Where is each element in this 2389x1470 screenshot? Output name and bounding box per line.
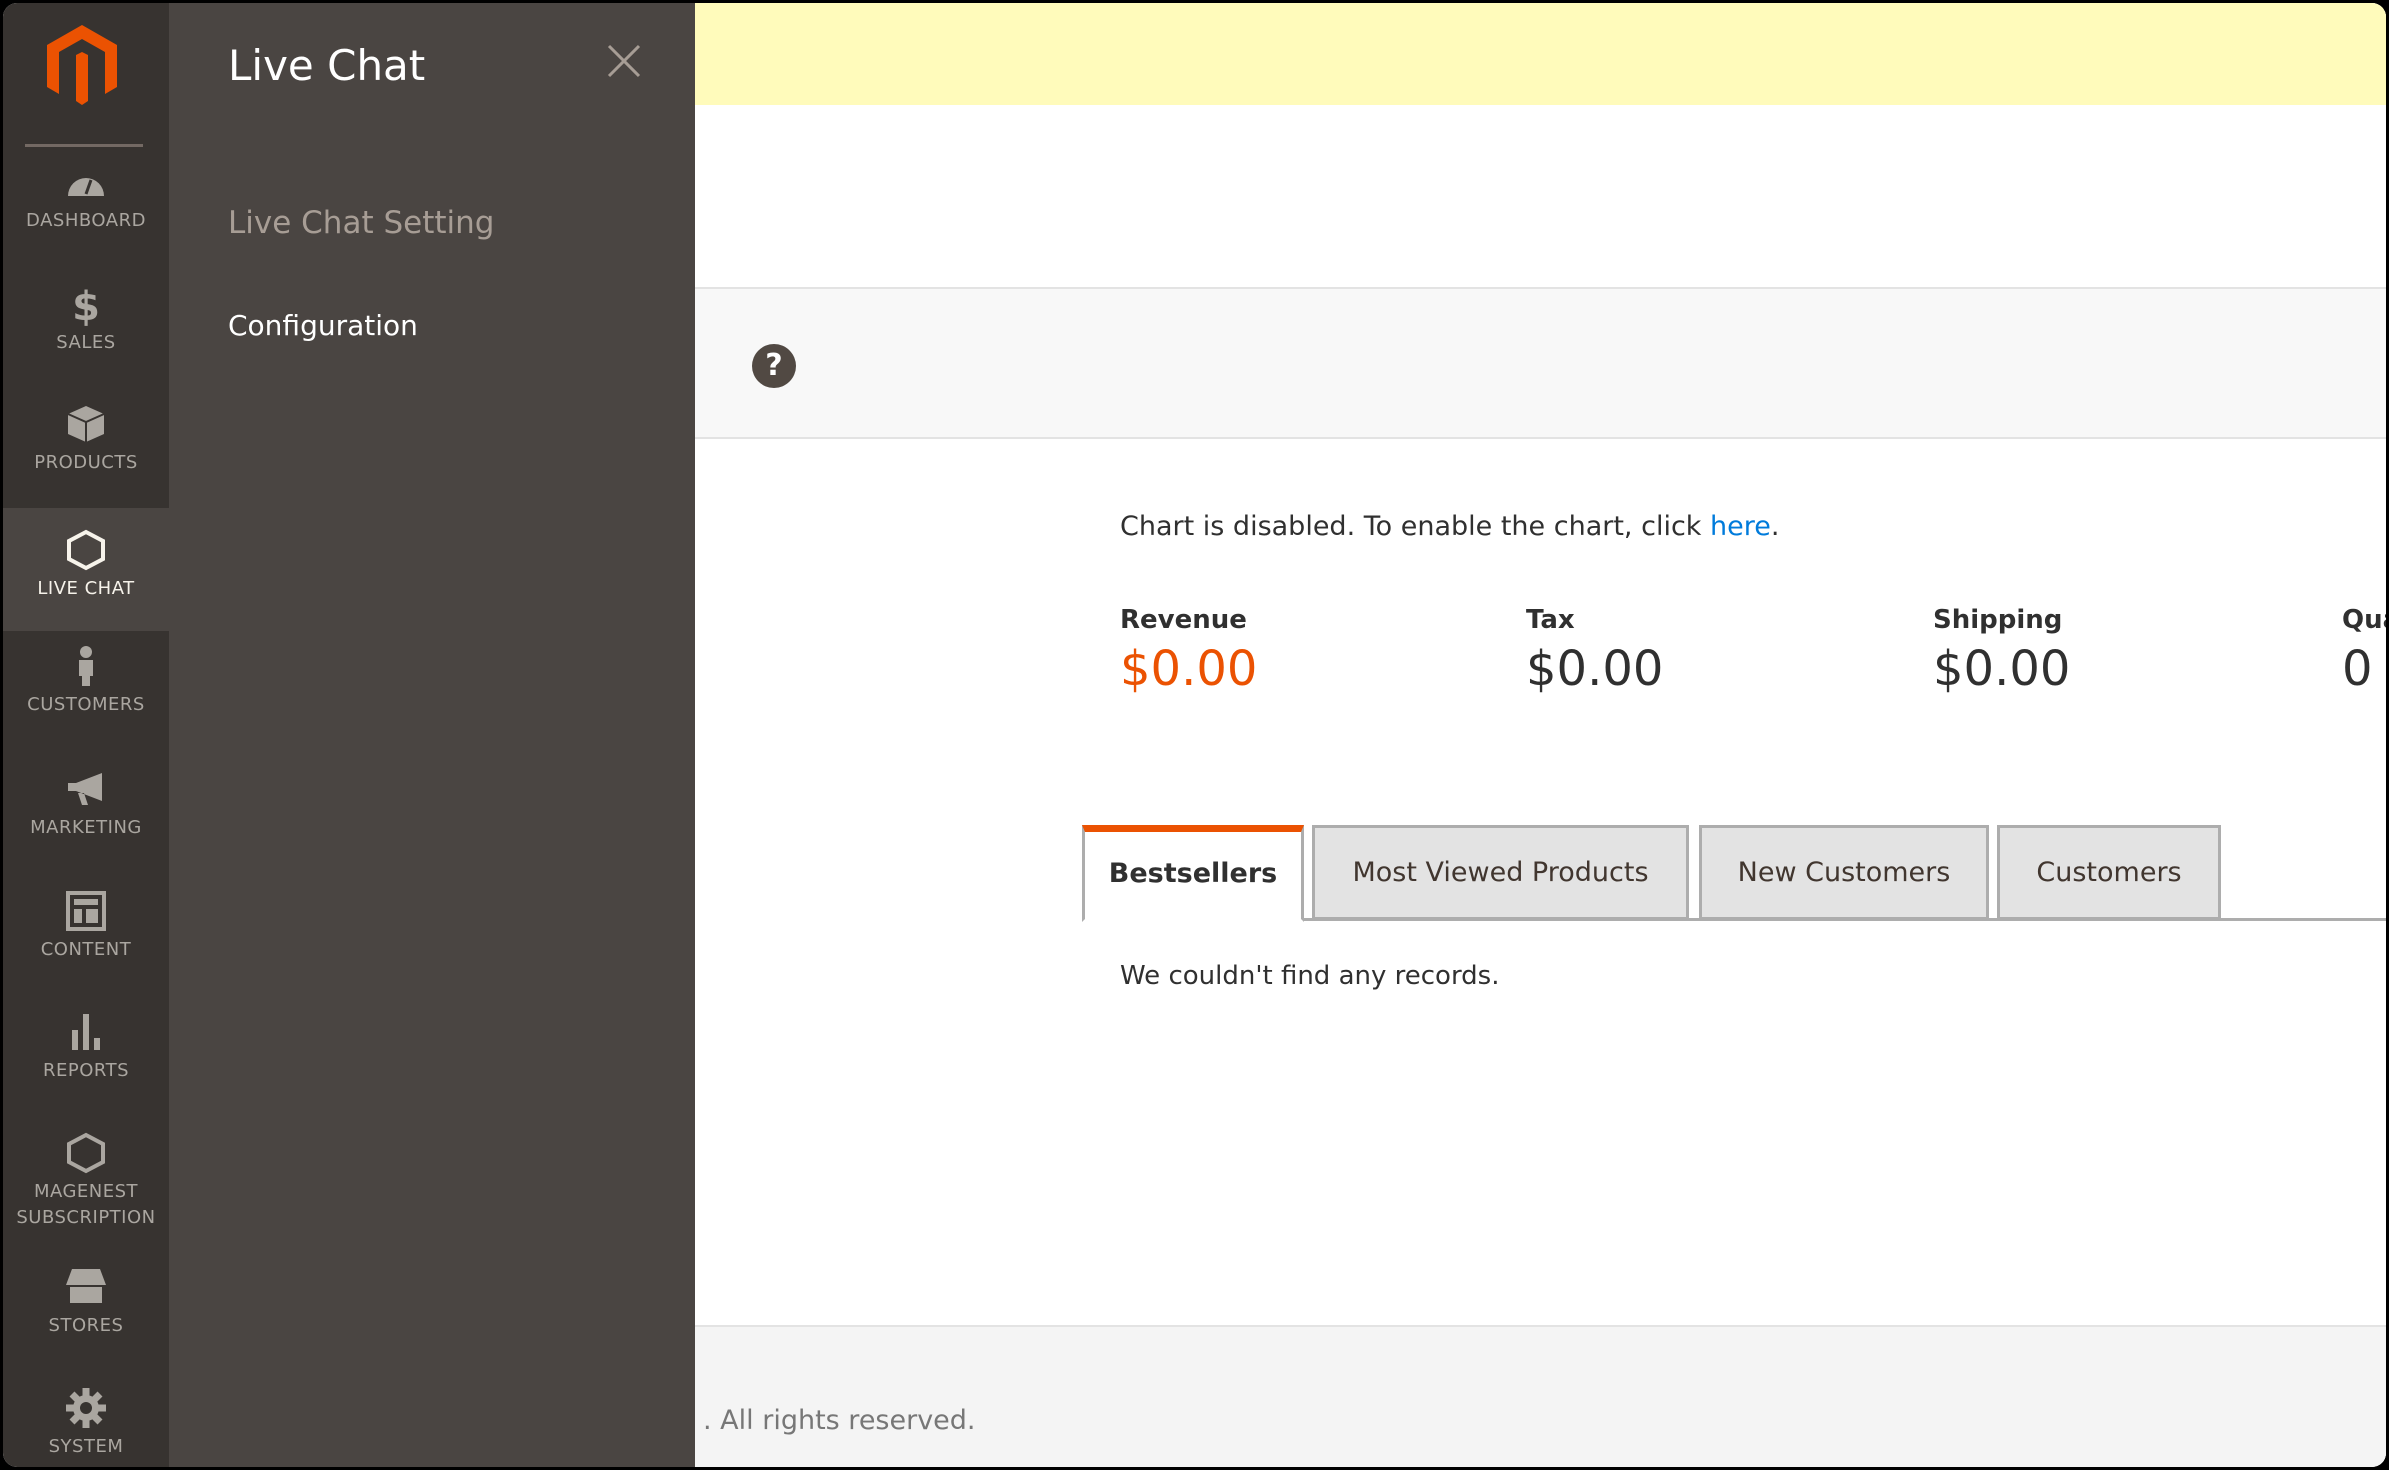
close-icon[interactable] [606, 43, 642, 79]
page-actions-band: ? [695, 287, 2386, 439]
sidebar-item-label: PRODUCTS [34, 452, 138, 473]
sidebar-item-label: SYSTEM [48, 1436, 124, 1457]
total-value: $0.00 [1120, 641, 1258, 697]
tab-new-customers[interactable]: New Customers [1699, 825, 1989, 920]
megaphone-icon [68, 773, 102, 805]
magento-logo[interactable] [47, 25, 117, 105]
system-notice-bar [695, 3, 2386, 105]
sidebar-item-content[interactable]: CONTENT [3, 889, 169, 1009]
total-label: Shipping [1933, 605, 2063, 635]
chart-message-end: . [1770, 511, 1780, 542]
total-revenue: Revenue $0.00 [1120, 605, 1257, 697]
total-shipping: Shipping $0.00 [1933, 605, 2070, 697]
box-icon [67, 406, 105, 442]
person-icon [79, 646, 93, 686]
dashboard-tabs: Bestsellers Most Viewed Products New Cus… [1082, 823, 2386, 922]
help-icon[interactable]: ? [752, 344, 796, 388]
sidebar-item-sales[interactable]: $ SALES [3, 282, 169, 402]
sidebar-item-dashboard[interactable]: DASHBOARD [3, 160, 169, 280]
tab-customers[interactable]: Customers [1997, 825, 2221, 920]
dashboard-icon [68, 178, 104, 196]
svg-text:$: $ [72, 284, 100, 326]
total-label: Revenue [1120, 605, 1247, 635]
sidebar-item-label: LIVE CHAT [37, 578, 135, 599]
gear-icon [66, 1388, 106, 1428]
configuration-link[interactable]: Configuration [228, 309, 418, 342]
dollar-icon: $ [72, 284, 100, 326]
sidebar-item-label: DASHBOARD [26, 210, 146, 231]
sidebar-item-reports[interactable]: REPORTS [3, 1010, 169, 1130]
enable-chart-link[interactable]: here [1710, 511, 1771, 542]
footer: . All rights reserved. [695, 1325, 2386, 1467]
total-label: Qua [2342, 605, 2386, 635]
bar-chart-icon [72, 1014, 100, 1050]
chart-disabled-message: Chart is disabled. To enable the chart, … [1120, 511, 1779, 542]
total-quantity: Qua 0 [2342, 605, 2386, 697]
main-content: ? Chart is disabled. To enable the chart… [695, 3, 2386, 1467]
sidebar-item-customers[interactable]: CUSTOMERS [3, 644, 169, 764]
total-value: 0 [2342, 641, 2373, 697]
sidebar-item-live-chat[interactable]: LIVE CHAT [3, 508, 169, 631]
flyout-section-heading: Live Chat Setting [228, 205, 495, 241]
hexagon-icon [67, 1132, 105, 1174]
sidebar-item-label: CUSTOMERS [27, 694, 145, 715]
total-label: Tax [1526, 605, 1575, 635]
sidebar-item-system[interactable]: SYSTEM [3, 1386, 169, 1467]
sidebar-item-stores[interactable]: STORES [3, 1265, 169, 1385]
sidebar-item-magenest-subscription[interactable]: MAGENEST SUBSCRIPTION [3, 1131, 169, 1251]
admin-sidebar: DASHBOARD $ SALES PRODUCTS LIVE CHAT CUSTOMER… [3, 3, 169, 1467]
chart-message-text: Chart is disabled. To enable the chart, … [1120, 511, 1711, 542]
sidebar-item-label: MARKETING [30, 817, 142, 838]
live-chat-flyout: Live Chat Live Chat Setting Configuratio… [169, 3, 695, 1467]
total-tax: Tax $0.00 [1526, 605, 1663, 697]
tab-most-viewed-products[interactable]: Most Viewed Products [1312, 825, 1689, 920]
tab-bestsellers[interactable]: Bestsellers [1082, 825, 1304, 922]
sidebar-item-label: MAGENEST SUBSCRIPTION [16, 1181, 156, 1228]
sidebar-item-label: SALES [56, 332, 116, 353]
total-value: $0.00 [1526, 641, 1664, 697]
app-window: DASHBOARD $ SALES PRODUCTS LIVE CHAT CUSTOMER… [3, 3, 2386, 1467]
sidebar-item-label: REPORTS [42, 1060, 130, 1081]
sidebar-item-label: STORES [48, 1315, 124, 1336]
flyout-title: Live Chat [228, 41, 426, 90]
layout-icon [66, 891, 106, 931]
hexagon-icon [67, 529, 105, 571]
empty-records-message: We couldn't find any records. [1120, 961, 1500, 991]
total-value: $0.00 [1933, 641, 2071, 697]
sidebar-divider [25, 144, 143, 147]
sidebar-item-products[interactable]: PRODUCTS [3, 402, 169, 522]
store-icon [66, 1269, 106, 1303]
sidebar-item-marketing[interactable]: MARKETING [3, 767, 169, 887]
sidebar-item-label: CONTENT [40, 939, 132, 960]
copyright-text: . All rights reserved. [703, 1405, 976, 1436]
